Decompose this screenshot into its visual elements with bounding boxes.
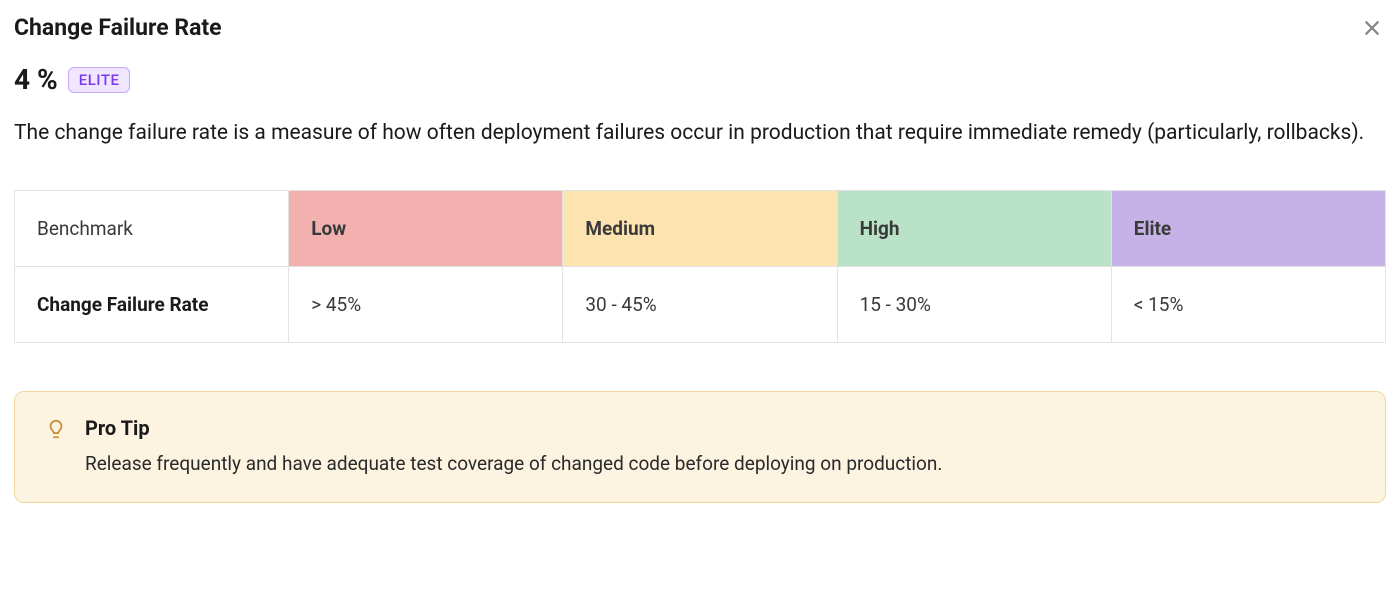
tip-title: Pro Tip [85,416,1355,440]
metric-badge: ELITE [68,67,131,93]
table-row: Change Failure Rate > 45% 30 - 45% 15 - … [15,266,1386,342]
tip-text: Release frequently and have adequate tes… [85,450,1355,479]
metric-value-row: 4 % ELITE [14,63,1386,96]
pro-tip-box: Pro Tip Release frequently and have adeq… [14,391,1386,504]
lightbulb-icon [45,418,67,440]
col-header-benchmark: Benchmark [15,190,289,266]
close-button[interactable] [1358,14,1386,42]
cell-medium: 30 - 45% [563,266,837,342]
col-header-high: High [837,190,1111,266]
cell-high: 15 - 30% [837,266,1111,342]
cell-elite: < 15% [1111,266,1385,342]
table-header-row: Benchmark Low Medium High Elite [15,190,1386,266]
page-title: Change Failure Rate [14,14,222,41]
benchmark-table: Benchmark Low Medium High Elite Change F… [14,190,1386,343]
metric-description: The change failure rate is a measure of … [14,118,1384,150]
col-header-medium: Medium [563,190,837,266]
close-icon [1361,17,1383,39]
cell-low: > 45% [289,266,563,342]
row-label: Change Failure Rate [15,266,289,342]
col-header-low: Low [289,190,563,266]
metric-value: 4 % [14,63,58,96]
col-header-elite: Elite [1111,190,1385,266]
